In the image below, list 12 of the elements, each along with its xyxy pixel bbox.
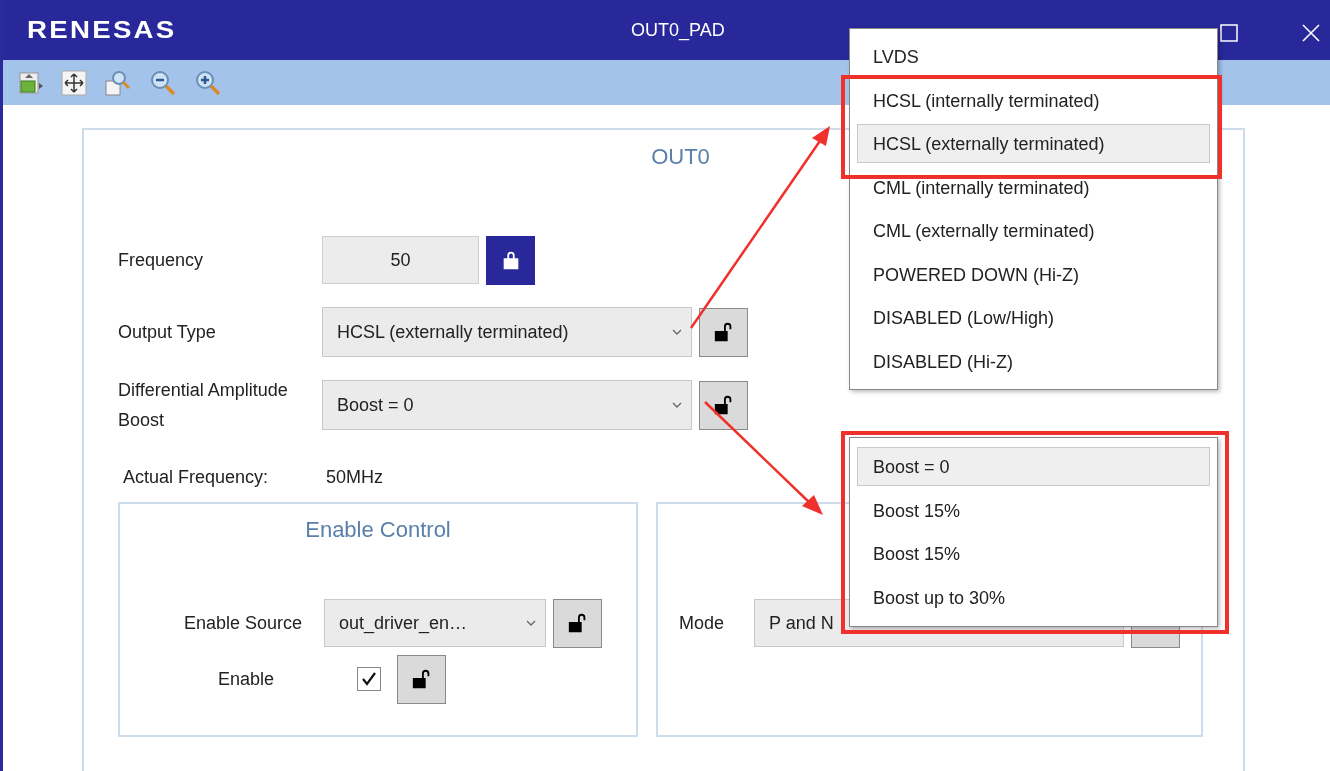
field-label: Differential Amplitude Boost	[118, 379, 289, 432]
window-title: OUT0_PAD	[631, 20, 725, 41]
actual-frequency-value: 50MHz	[326, 466, 383, 488]
field-label: Enable	[216, 668, 275, 690]
field-label: Output Type	[118, 321, 217, 343]
company-logo: RENESAS	[27, 16, 177, 44]
field-label: Enable Source	[182, 612, 302, 634]
field-label: Mode	[679, 612, 726, 634]
panel-title: OUT0	[651, 143, 710, 171]
panel-title: Enable Control	[304, 517, 452, 543]
actual-frequency-label: Actual Frequency:	[123, 466, 270, 488]
field-label: Frequency	[118, 249, 205, 271]
